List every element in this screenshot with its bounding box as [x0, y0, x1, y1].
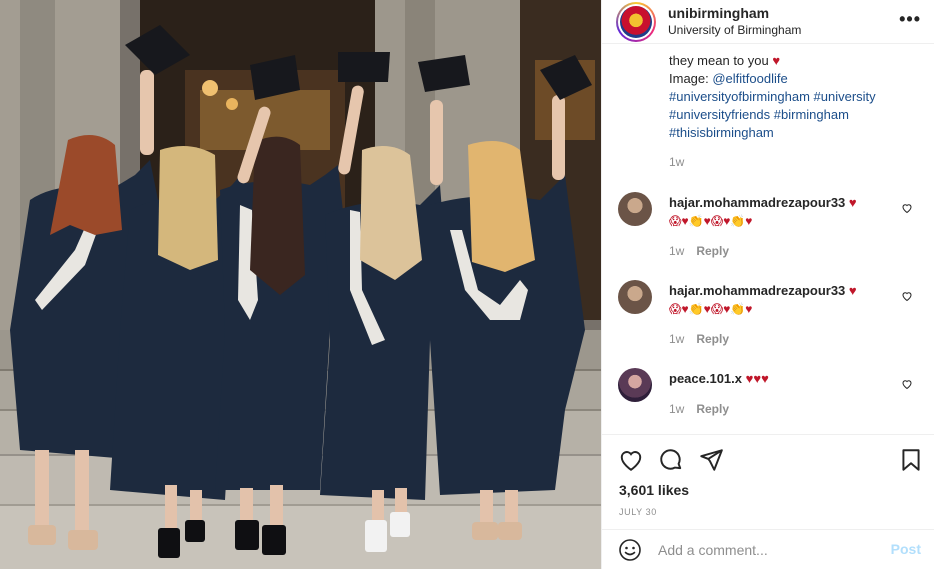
comment-meta: 1w Reply — [669, 244, 729, 258]
commenter-username[interactable]: hajar.mohammadrezapour33 — [669, 195, 845, 210]
heart-emoji: ♥ — [772, 53, 781, 68]
hashtag-link[interactable]: #birmingham — [774, 107, 849, 122]
reply-button[interactable]: Reply — [696, 244, 729, 258]
commenter-username[interactable]: hajar.mohammadrezapour33 — [669, 283, 845, 298]
reply-button[interactable]: Reply — [696, 402, 729, 416]
hashtag-link[interactable]: #university — [814, 89, 876, 104]
username-link[interactable]: unibirmingham — [668, 4, 801, 22]
heart-outline-icon[interactable] — [901, 202, 913, 214]
comment-timestamp[interactable]: 1w — [669, 332, 684, 346]
hashtag-link[interactable]: #thisisbirmingham — [669, 125, 774, 140]
commenter-username[interactable]: peace.101.x — [669, 371, 742, 386]
add-comment-bar: Post — [602, 529, 934, 569]
comment-input[interactable] — [658, 538, 878, 562]
like-heart-icon[interactable] — [618, 447, 644, 473]
comment-meta: 1w Reply — [669, 402, 729, 416]
commenter-avatar[interactable] — [618, 280, 652, 314]
more-options-icon[interactable]: ••• — [899, 10, 921, 28]
image-credit-prefix: Image: — [669, 71, 713, 86]
heart-outline-icon[interactable] — [901, 290, 913, 302]
bookmark-icon[interactable] — [898, 447, 924, 473]
comment-text: ♥ — [848, 283, 857, 298]
post-actions: 3,601 likes JULY 30 — [602, 434, 934, 529]
caption-text: they mean to you — [669, 53, 769, 68]
comment-text: ♥♥♥ — [745, 371, 769, 386]
mention-link[interactable]: @elfitfoodlife — [712, 71, 787, 86]
location-subtitle[interactable]: University of Birmingham — [668, 22, 801, 38]
caption-timestamp[interactable]: 1w — [669, 155, 684, 169]
commenter-avatar[interactable] — [618, 192, 652, 226]
comment-timestamp[interactable]: 1w — [669, 244, 684, 258]
post-details-panel: unibirmingham University of Birmingham •… — [601, 0, 934, 569]
likes-count[interactable]: 3,601 likes — [619, 482, 689, 498]
comment-bubble-icon[interactable] — [658, 447, 684, 473]
share-paper-plane-icon[interactable] — [698, 447, 724, 473]
emoji-smile-icon[interactable] — [618, 538, 642, 562]
account-avatar[interactable] — [616, 2, 656, 42]
reply-button[interactable]: Reply — [696, 332, 729, 346]
post-comment-button[interactable]: Post — [891, 541, 921, 557]
heart-outline-icon[interactable] — [901, 378, 913, 390]
commenter-avatar[interactable] — [618, 368, 652, 402]
comment-emoji-text: 😱♥👏♥😱♥👏♥ — [669, 302, 753, 316]
header-text: unibirmingham University of Birmingham — [668, 4, 801, 38]
comment-meta: 1w Reply — [669, 332, 729, 346]
post-image[interactable] — [0, 0, 601, 569]
hashtag-link[interactable]: #universityfriends — [669, 107, 770, 122]
comment-text: ♥ — [848, 195, 857, 210]
post-date[interactable]: JULY 30 — [619, 507, 657, 517]
comments-section[interactable]: they mean to you ♥ Image: @elfitfoodlife… — [602, 44, 934, 434]
post-caption: they mean to you ♥ Image: @elfitfoodlife… — [669, 52, 919, 142]
comment-emoji-text: 😱♥👏♥😱♥👏♥ — [669, 214, 753, 228]
comment-timestamp[interactable]: 1w — [669, 402, 684, 416]
hashtag-link[interactable]: #universityofbirmingham — [669, 89, 810, 104]
post-header: unibirmingham University of Birmingham •… — [602, 0, 934, 44]
